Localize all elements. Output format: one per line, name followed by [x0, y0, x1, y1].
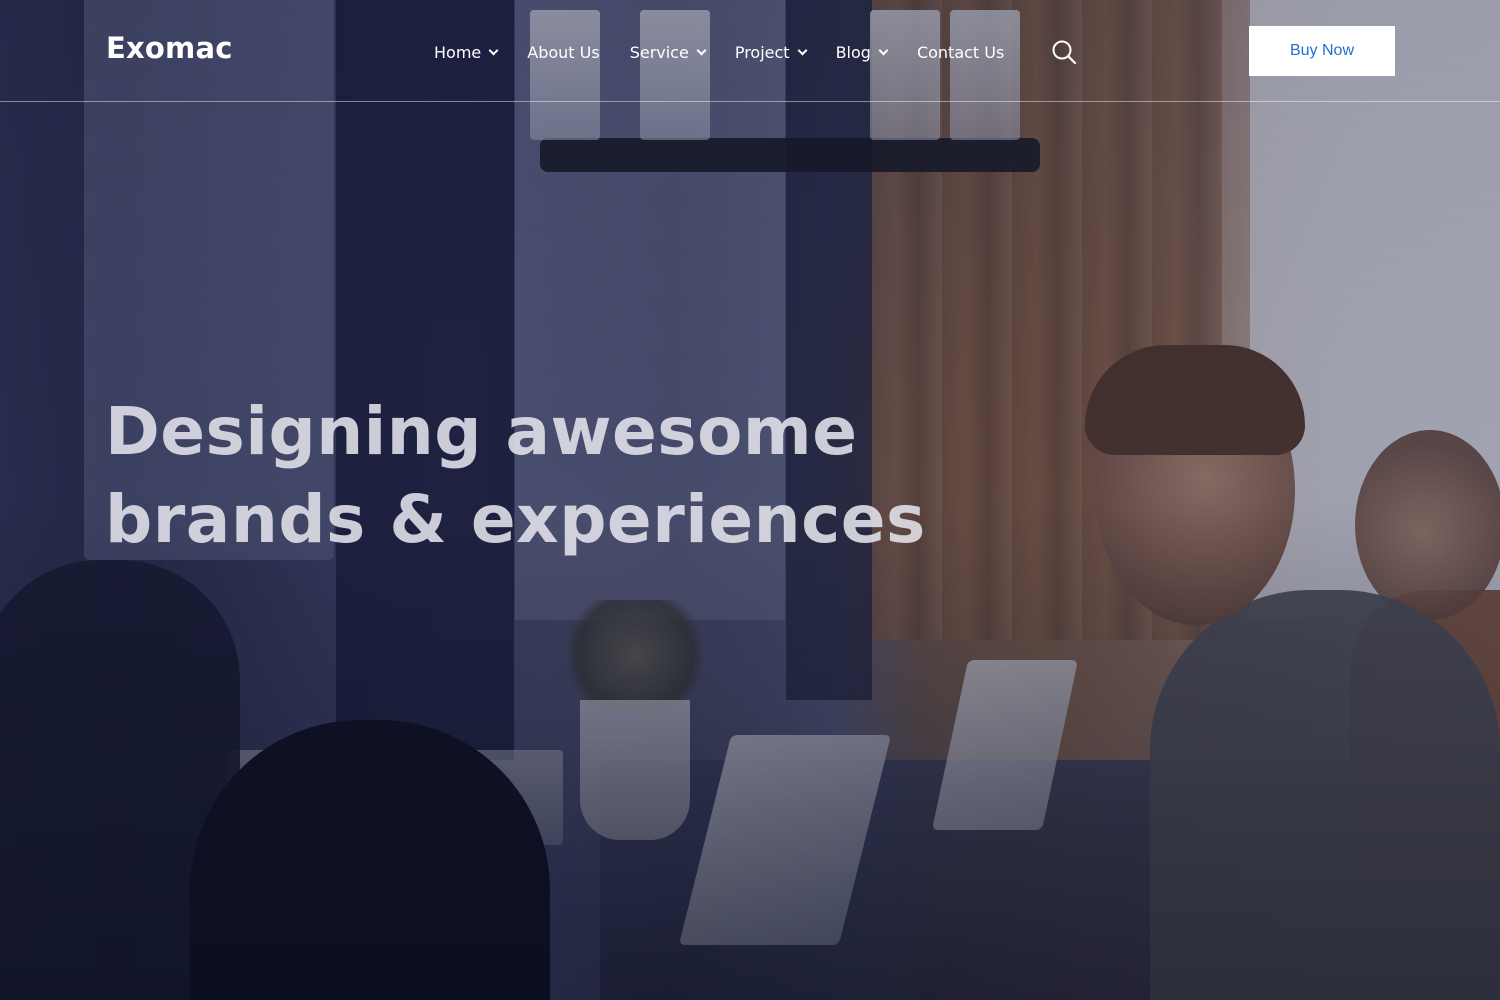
nav-item-label: Home: [434, 42, 482, 62]
main-nav: Home About Us Service Project Blog Conta…: [434, 41, 1004, 63]
nav-item-service[interactable]: Service: [629, 42, 707, 62]
nav-item-label: About Us: [527, 42, 600, 62]
hero-headline: Designing awesome brands & experiences: [105, 388, 1005, 564]
nav-item-blog[interactable]: Blog: [835, 42, 889, 62]
chevron-down-icon: [797, 45, 808, 55]
nav-item-label: Contact Us: [916, 42, 1005, 62]
nav-item-label: Project: [734, 42, 790, 62]
site-logo[interactable]: Exomac: [106, 31, 233, 65]
chevron-down-icon: [878, 45, 889, 55]
site-header: Exomac Home About Us Service Project Blo…: [0, 0, 1500, 102]
search-icon[interactable]: [1051, 39, 1077, 65]
nav-item-label: Service: [629, 42, 689, 62]
buy-now-button[interactable]: Buy Now: [1249, 26, 1395, 76]
nav-item-label: Blog: [835, 42, 871, 62]
chevron-down-icon: [488, 45, 499, 55]
nav-item-about-us[interactable]: About Us: [527, 43, 599, 62]
nav-item-home[interactable]: Home: [434, 42, 499, 62]
chevron-down-icon: [696, 45, 707, 55]
hero-headline-line: brands & experiences: [105, 481, 926, 558]
nav-item-project[interactable]: Project: [734, 42, 808, 62]
hero-headline-line: Designing awesome: [105, 393, 858, 470]
nav-item-contact-us[interactable]: Contact Us: [917, 43, 1004, 62]
